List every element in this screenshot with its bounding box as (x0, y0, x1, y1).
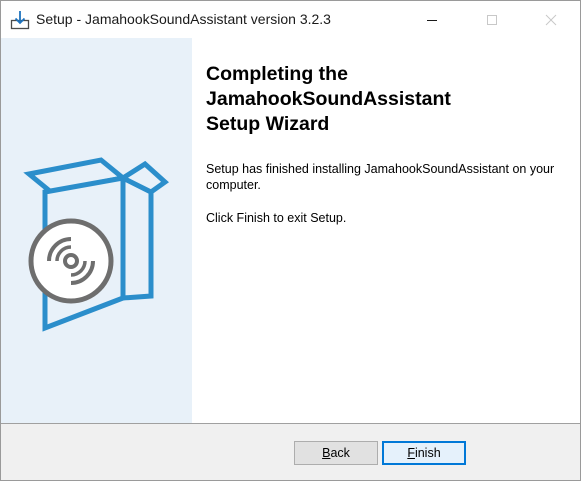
back-button[interactable]: Back (294, 441, 378, 465)
maximize-button (469, 1, 515, 38)
back-button-label: ack (330, 446, 350, 460)
finish-button-label: inish (414, 446, 441, 460)
finish-hint: Click Finish to exit Setup. (206, 211, 347, 225)
setup-window: Setup - JamahookSoundAssistant version 3… (0, 0, 581, 481)
page-title: Completing the JamahookSoundAssistant Se… (206, 62, 566, 137)
finished-message: Setup has finished installing JamahookSo… (206, 162, 555, 192)
window-title: Setup - JamahookSoundAssistant version 3… (36, 11, 331, 27)
wizard-content: Completing the JamahookSoundAssistant Se… (192, 38, 580, 423)
software-box-disc-icon (23, 157, 169, 332)
page-title-line2: JamahookSoundAssistant (206, 88, 451, 110)
minimize-icon (427, 19, 437, 21)
title-bar[interactable]: Setup - JamahookSoundAssistant version 3… (1, 1, 580, 38)
page-title-line1: Completing the (206, 63, 348, 85)
button-bar: Back Finish (1, 424, 580, 480)
back-button-accelerator: B (322, 446, 331, 460)
close-icon (545, 14, 557, 25)
installer-download-icon (10, 11, 30, 30)
close-button (528, 1, 574, 38)
maximize-icon (487, 14, 497, 25)
minimize-button[interactable] (409, 1, 455, 38)
wizard-side-banner (1, 38, 192, 423)
page-title-line3: Setup Wizard (206, 113, 330, 135)
disc-icon (28, 218, 114, 304)
finish-button-accelerator: F (407, 446, 415, 460)
finish-button[interactable]: Finish (382, 441, 466, 465)
